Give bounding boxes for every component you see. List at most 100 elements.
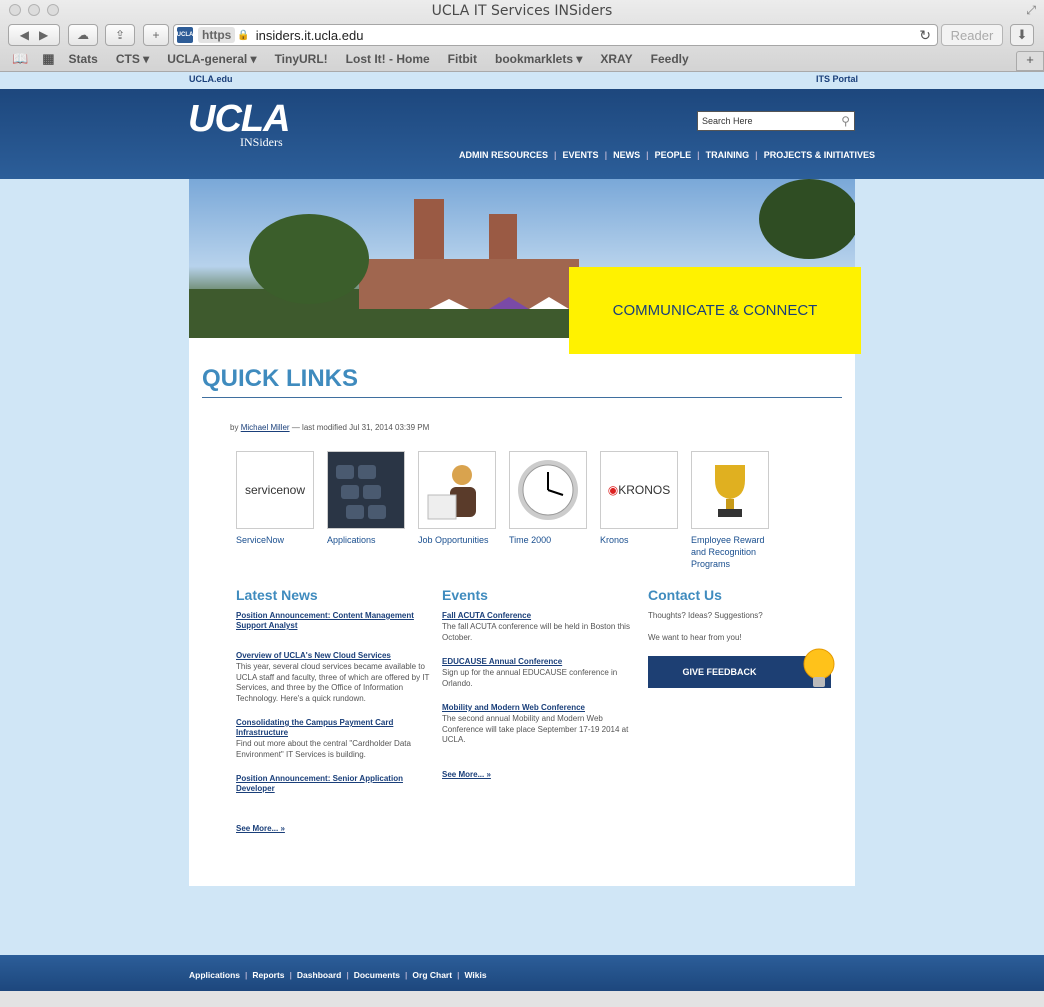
top-sites-icon[interactable]: ▦ bbox=[42, 51, 54, 67]
clock-icon[interactable] bbox=[509, 451, 587, 529]
nav-admin-resources[interactable]: ADMIN RESOURCES bbox=[459, 150, 548, 160]
news-link[interactable]: Consolidating the Campus Payment Card In… bbox=[236, 718, 436, 738]
events-section: Events Fall ACUTA Conference The fall AC… bbox=[442, 587, 642, 782]
browser-toolbar: ◀ ▶ ☁ ⇪ + UCLA https 🔒 insiders.it.ucla.… bbox=[0, 23, 1044, 47]
downloads-icon[interactable]: ⬇ bbox=[1010, 24, 1034, 46]
event-description: The second annual Mobility and Modern We… bbox=[442, 714, 629, 744]
news-link[interactable]: Position Announcement: Content Managemen… bbox=[236, 611, 436, 631]
ucla-logo[interactable]: UCLA INSiders bbox=[188, 98, 291, 149]
fullscreen-icon[interactable]: ⤢ bbox=[1026, 3, 1036, 18]
lightbulb-icon bbox=[803, 648, 835, 687]
bookmarks-bar: 📖 ▦ Stats CTS ▾ UCLA-general ▾ TinyURL! … bbox=[0, 49, 1044, 69]
bookmark-item[interactable]: UCLA-general ▾ bbox=[167, 52, 256, 66]
its-portal-link[interactable]: ITS Portal bbox=[816, 74, 858, 84]
kronos-logo-icon[interactable]: ◉KRONOS bbox=[600, 451, 678, 529]
nav-training[interactable]: TRAINING bbox=[706, 150, 750, 160]
bookmark-item[interactable]: Stats bbox=[68, 52, 97, 66]
footer-nav: Applications | Reports | Dashboard | Docume… bbox=[189, 970, 487, 980]
events-see-more-link[interactable]: See More... » bbox=[442, 770, 491, 779]
latest-news-heading: Latest News bbox=[236, 587, 318, 603]
quicklink-job-opportunities[interactable]: Job Opportunities bbox=[418, 451, 496, 546]
search-icon[interactable]: ⚲ bbox=[841, 114, 850, 128]
nav-projects-initiatives[interactable]: PROJECTS & INITIATIVES bbox=[764, 150, 875, 160]
back-forward-buttons[interactable]: ◀ ▶ bbox=[8, 24, 60, 46]
logo-text: UCLA bbox=[188, 98, 291, 140]
quicklink-servicenow[interactable]: servicenow ServiceNow bbox=[236, 451, 314, 546]
quicklink-label[interactable]: Time 2000 bbox=[509, 534, 587, 546]
add-tab-button[interactable]: + bbox=[1016, 51, 1044, 71]
quicklink-employee-reward[interactable]: Employee Reward and Recognition Programs bbox=[691, 451, 769, 570]
news-link[interactable]: Overview of UCLA's New Cloud Services bbox=[236, 651, 436, 661]
search-placeholder: Search Here bbox=[702, 116, 753, 126]
bookmark-item[interactable]: TinyURL! bbox=[275, 52, 328, 66]
search-input[interactable]: Search Here ⚲ bbox=[697, 111, 855, 131]
quicklink-label[interactable]: Kronos bbox=[600, 534, 678, 546]
footer-link-dashboard[interactable]: Dashboard bbox=[297, 970, 341, 980]
nav-people[interactable]: PEOPLE bbox=[655, 150, 692, 160]
bookmark-item[interactable]: bookmarklets ▾ bbox=[495, 52, 582, 66]
contact-line-1: Thoughts? Ideas? Suggestions? bbox=[648, 611, 763, 620]
url-text: insiders.it.ucla.edu bbox=[255, 27, 364, 43]
ucla-edu-link[interactable]: UCLA.edu bbox=[189, 74, 233, 84]
keyboard-icon[interactable] bbox=[327, 451, 405, 529]
news-see-more-link[interactable]: See More... » bbox=[236, 824, 285, 833]
quicklink-label[interactable]: Applications bbox=[327, 534, 405, 546]
footer-link-org-chart[interactable]: Org Chart bbox=[412, 970, 452, 980]
main-nav: ADMIN RESOURCES | EVENTS | NEWS | PEOPLE | T… bbox=[459, 150, 876, 160]
byline: by Michael Miller — last modified Jul 31… bbox=[230, 423, 429, 432]
reading-list-icon[interactable]: 📖 bbox=[12, 51, 28, 67]
servicenow-logo-icon[interactable]: servicenow bbox=[236, 451, 314, 529]
trophy-icon[interactable] bbox=[691, 451, 769, 529]
event-description: Sign up for the annual EDUCAUSE conferen… bbox=[442, 668, 618, 688]
contact-line-2: We want to hear from you! bbox=[648, 632, 742, 642]
site-header: UCLA INSiders Search Here ⚲ ADMIN RESOUR… bbox=[0, 89, 1044, 179]
footer-link-documents[interactable]: Documents bbox=[354, 970, 400, 980]
quicklink-kronos[interactable]: ◉KRONOS Kronos bbox=[600, 451, 678, 546]
https-badge: https bbox=[198, 27, 236, 43]
byline-prefix: by bbox=[230, 423, 239, 432]
event-link[interactable]: EDUCAUSE Annual Conference bbox=[442, 657, 642, 667]
quicklink-time-2000[interactable]: Time 2000 bbox=[509, 451, 587, 546]
quicklink-applications[interactable]: Applications bbox=[327, 451, 405, 546]
nav-news[interactable]: NEWS bbox=[613, 150, 640, 160]
page-title: QUICK LINKS bbox=[202, 365, 842, 398]
browser-status-bar bbox=[0, 991, 1044, 1007]
site-footer: Applications | Reports | Dashboard | Docume… bbox=[0, 955, 1044, 991]
bookmark-item[interactable]: CTS ▾ bbox=[116, 52, 149, 66]
give-feedback-label: GIVE FEEDBACK bbox=[682, 667, 757, 677]
author-link[interactable]: Michael Miller bbox=[241, 423, 290, 432]
event-link[interactable]: Mobility and Modern Web Conference bbox=[442, 703, 642, 713]
new-tab-plus-button[interactable]: + bbox=[143, 24, 169, 46]
content-body: QUICK LINKS by Michael Miller — last mod… bbox=[189, 179, 855, 886]
icloud-tabs-button[interactable]: ☁ bbox=[68, 24, 98, 46]
site-favicon: UCLA bbox=[177, 27, 193, 43]
bookmark-item[interactable]: Fitbit bbox=[448, 52, 477, 66]
quicklink-label[interactable]: Job Opportunities bbox=[418, 534, 496, 546]
nav-events[interactable]: EVENTS bbox=[563, 150, 599, 160]
logo-subtext: INSiders bbox=[240, 135, 283, 149]
footer-link-reports[interactable]: Reports bbox=[252, 970, 284, 980]
browser-chrome: UCLA IT Services INSiders ⤢ ◀ ▶ ☁ ⇪ + UC… bbox=[0, 0, 1044, 72]
top-utility-bar: UCLA.edu ITS Portal bbox=[0, 72, 1044, 89]
share-button[interactable]: ⇪ bbox=[105, 24, 135, 46]
event-link[interactable]: Fall ACUTA Conference bbox=[442, 611, 642, 621]
reader-button[interactable]: Reader bbox=[941, 24, 1003, 46]
lock-icon: 🔒 bbox=[237, 29, 250, 41]
event-description: The fall ACUTA conference will be held i… bbox=[442, 622, 630, 642]
quicklink-label[interactable]: Employee Reward and Recognition Programs bbox=[691, 534, 769, 570]
bookmark-item[interactable]: XRAY bbox=[600, 52, 632, 66]
footer-link-wikis[interactable]: Wikis bbox=[464, 970, 486, 980]
news-description: This year, several cloud services became… bbox=[236, 662, 430, 703]
news-description: Find out more about the central "Cardhol… bbox=[236, 739, 411, 759]
contact-section: Contact Us Thoughts? Ideas? Suggestions?… bbox=[648, 587, 848, 643]
address-bar[interactable]: UCLA https 🔒 insiders.it.ucla.edu ↻ bbox=[173, 24, 938, 46]
bookmark-item[interactable]: Feedly bbox=[651, 52, 689, 66]
events-heading: Events bbox=[442, 587, 488, 603]
person-on-phone-icon[interactable] bbox=[418, 451, 496, 529]
bookmark-item[interactable]: Lost It! - Home bbox=[346, 52, 430, 66]
reload-icon[interactable]: ↻ bbox=[919, 27, 931, 44]
quicklink-label[interactable]: ServiceNow bbox=[236, 534, 314, 546]
footer-link-applications[interactable]: Applications bbox=[189, 970, 240, 980]
modified-date: — last modified Jul 31, 2014 03:39 PM bbox=[291, 423, 430, 432]
news-link[interactable]: Position Announcement: Senior Applicatio… bbox=[236, 774, 436, 794]
